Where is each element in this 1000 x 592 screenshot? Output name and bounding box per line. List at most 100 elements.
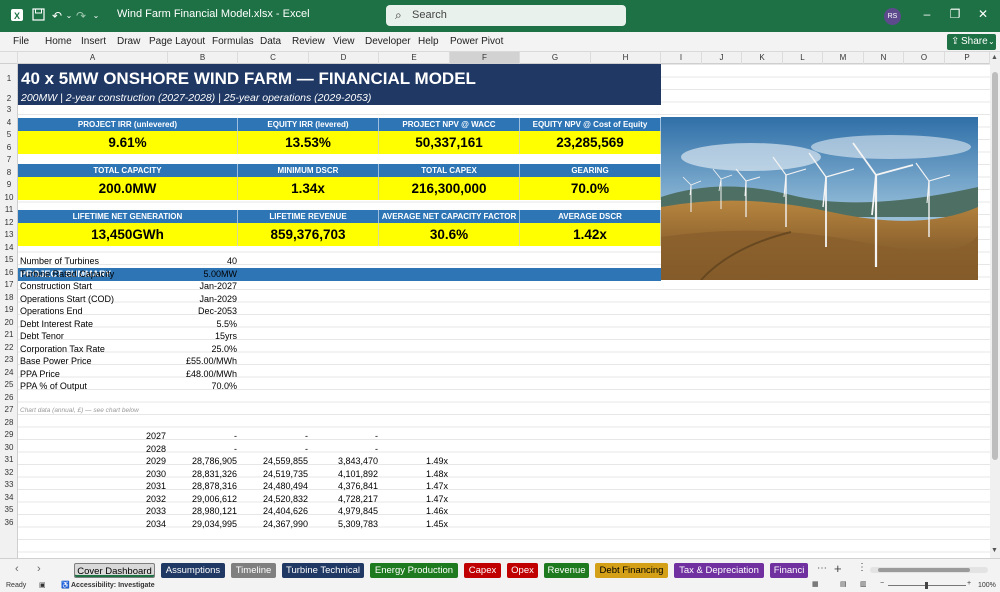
chart-data-cell[interactable]: 29,034,995 xyxy=(168,518,237,530)
year-cell[interactable]: 2034 xyxy=(100,518,166,530)
save-icon[interactable] xyxy=(30,8,46,24)
chart-data-cell[interactable]: 1.47x xyxy=(379,480,448,492)
kpi-label[interactable]: EQUITY NPV @ Cost of Equity xyxy=(520,118,661,131)
tab-file[interactable]: File xyxy=(13,36,29,47)
chart-data-cell[interactable]: - xyxy=(238,430,308,442)
tab-formulas[interactable]: Formulas xyxy=(212,36,254,47)
kpi-label[interactable]: GEARING xyxy=(520,164,661,177)
project-summary-heading[interactable]: PROJECT SUMMARY xyxy=(18,268,661,281)
kpi-label[interactable]: LIFETIME REVENUE xyxy=(238,210,379,223)
sheet-options-icon[interactable]: ⋮ xyxy=(857,562,867,573)
row-header[interactable]: 16 xyxy=(0,268,18,277)
zoom-slider[interactable] xyxy=(888,582,966,589)
chart-data-cell[interactable]: 24,367,990 xyxy=(238,518,308,530)
kpi-label[interactable]: AVERAGE NET CAPACITY FACTOR xyxy=(379,210,520,223)
wind-farm-image[interactable] xyxy=(661,117,978,280)
chart-data-cell[interactable]: 28,878,316 xyxy=(168,480,237,492)
column-header-j[interactable]: J xyxy=(702,52,742,64)
chart-data-cell[interactable]: - xyxy=(309,443,378,455)
column-header-k[interactable]: K xyxy=(742,52,783,64)
page-break-view-icon[interactable]: ▥ xyxy=(860,580,867,588)
accessibility-icon[interactable]: ♿ xyxy=(61,581,70,589)
kpi-value[interactable]: 1.34x xyxy=(238,177,379,200)
year-cell[interactable]: 2030 xyxy=(100,468,166,480)
normal-view-icon[interactable]: ▦ xyxy=(812,580,819,588)
sheet-tab[interactable]: Capex xyxy=(464,563,501,578)
row-header[interactable]: 26 xyxy=(0,393,18,402)
summary-value[interactable]: Jan-2027 xyxy=(168,280,237,292)
vertical-scrollbar[interactable]: ▲ ▼ xyxy=(990,52,1000,558)
row-header[interactable]: 17 xyxy=(0,280,18,289)
summary-value[interactable]: 15yrs xyxy=(168,330,237,342)
row-header[interactable]: 28 xyxy=(0,418,18,427)
sheet-tab[interactable]: Assumptions xyxy=(161,563,225,578)
kpi-value[interactable]: 1.42x xyxy=(520,223,661,246)
zoom-slider-thumb[interactable] xyxy=(925,582,928,589)
chart-data-cell[interactable]: 3,843,470 xyxy=(309,455,378,467)
tab-home[interactable]: Home xyxy=(45,36,72,47)
chart-data-cell[interactable]: 4,979,845 xyxy=(309,505,378,517)
summary-label[interactable]: Corporation Tax Rate xyxy=(20,343,105,355)
summary-value[interactable]: 5.5% xyxy=(168,318,237,330)
year-cell[interactable]: 2031 xyxy=(100,480,166,492)
row-header[interactable]: 2 xyxy=(0,94,18,103)
next-sheet-icon[interactable]: › xyxy=(37,563,41,575)
row-header[interactable]: 15 xyxy=(0,255,18,264)
chart-data-cell[interactable]: 24,480,494 xyxy=(238,480,308,492)
kpi-label[interactable]: TOTAL CAPACITY xyxy=(18,164,238,177)
row-header[interactable]: 10 xyxy=(0,193,18,202)
row-header[interactable]: 8 xyxy=(0,168,18,177)
sheet-tab[interactable]: Debt Financing xyxy=(595,563,668,578)
kpi-value[interactable]: 9.61% xyxy=(18,131,238,154)
summary-label[interactable]: Base Power Price xyxy=(20,355,92,367)
kpi-label[interactable]: PROJECT IRR (unlevered) xyxy=(18,118,238,131)
chart-data-cell[interactable]: 1.48x xyxy=(379,468,448,480)
row-header[interactable]: 20 xyxy=(0,318,18,327)
chart-data-cell[interactable]: 5,309,783 xyxy=(309,518,378,530)
column-header-n[interactable]: N xyxy=(864,52,904,64)
kpi-label[interactable]: AVERAGE DSCR xyxy=(520,210,661,223)
chart-note[interactable]: Chart data (annual, £) — see chart below xyxy=(20,405,139,417)
year-cell[interactable]: 2029 xyxy=(100,455,166,467)
sheet-tab[interactable]: Financi xyxy=(770,563,808,578)
kpi-value[interactable]: 30.6% xyxy=(379,223,520,246)
chart-data-cell[interactable]: 24,519,735 xyxy=(238,468,308,480)
column-header-m[interactable]: M xyxy=(823,52,864,64)
zoom-level[interactable]: 100% xyxy=(978,582,996,589)
row-header[interactable]: 14 xyxy=(0,243,18,252)
sheet-tab[interactable]: Tax & Depreciation xyxy=(674,563,764,578)
year-cell[interactable]: 2028 xyxy=(100,443,166,455)
kpi-label[interactable]: PROJECT NPV @ WACC xyxy=(379,118,520,131)
kpi-value[interactable]: 70.0% xyxy=(520,177,661,200)
column-header-h[interactable]: H xyxy=(591,52,661,64)
chart-data-cell[interactable]: - xyxy=(238,443,308,455)
chart-data-cell[interactable]: 24,404,626 xyxy=(238,505,308,517)
column-header-l[interactable]: L xyxy=(783,52,823,64)
chart-data-cell[interactable]: 4,376,841 xyxy=(309,480,378,492)
row-header[interactable]: 7 xyxy=(0,155,18,164)
kpi-value[interactable]: 23,285,569 xyxy=(520,131,661,154)
zoom-out-icon[interactable]: − xyxy=(880,580,884,587)
row-header[interactable]: 35 xyxy=(0,505,18,514)
macro-record-icon[interactable]: ▣ xyxy=(39,581,46,589)
chart-data-cell[interactable]: 4,101,892 xyxy=(309,468,378,480)
tab-page-layout[interactable]: Page Layout xyxy=(149,36,205,47)
column-header-d[interactable]: D xyxy=(309,52,379,64)
chart-data-cell[interactable]: 4,728,217 xyxy=(309,493,378,505)
model-title[interactable]: 40 x 5MW ONSHORE WIND FARM — FINANCIAL M… xyxy=(21,69,476,89)
row-header[interactable]: 18 xyxy=(0,293,18,302)
chart-data-cell[interactable]: 1.49x xyxy=(379,455,448,467)
chart-data-cell[interactable]: - xyxy=(309,430,378,442)
summary-label[interactable]: Operations End xyxy=(20,305,83,317)
summary-label[interactable]: PPA % of Output xyxy=(20,380,87,392)
chart-data-cell[interactable]: 28,831,326 xyxy=(168,468,237,480)
summary-label[interactable]: Construction Start xyxy=(20,280,92,292)
row-header[interactable]: 13 xyxy=(0,230,18,239)
column-header-e[interactable]: E xyxy=(379,52,450,64)
redo-icon[interactable]: ↷ xyxy=(73,8,89,24)
select-all-corner[interactable] xyxy=(0,52,18,64)
chart-data-cell[interactable]: 28,980,121 xyxy=(168,505,237,517)
share-button[interactable]: ⇪ Share ⌄ xyxy=(947,34,996,50)
column-header-i[interactable]: I xyxy=(661,52,702,64)
row-header[interactable]: 30 xyxy=(0,443,18,452)
